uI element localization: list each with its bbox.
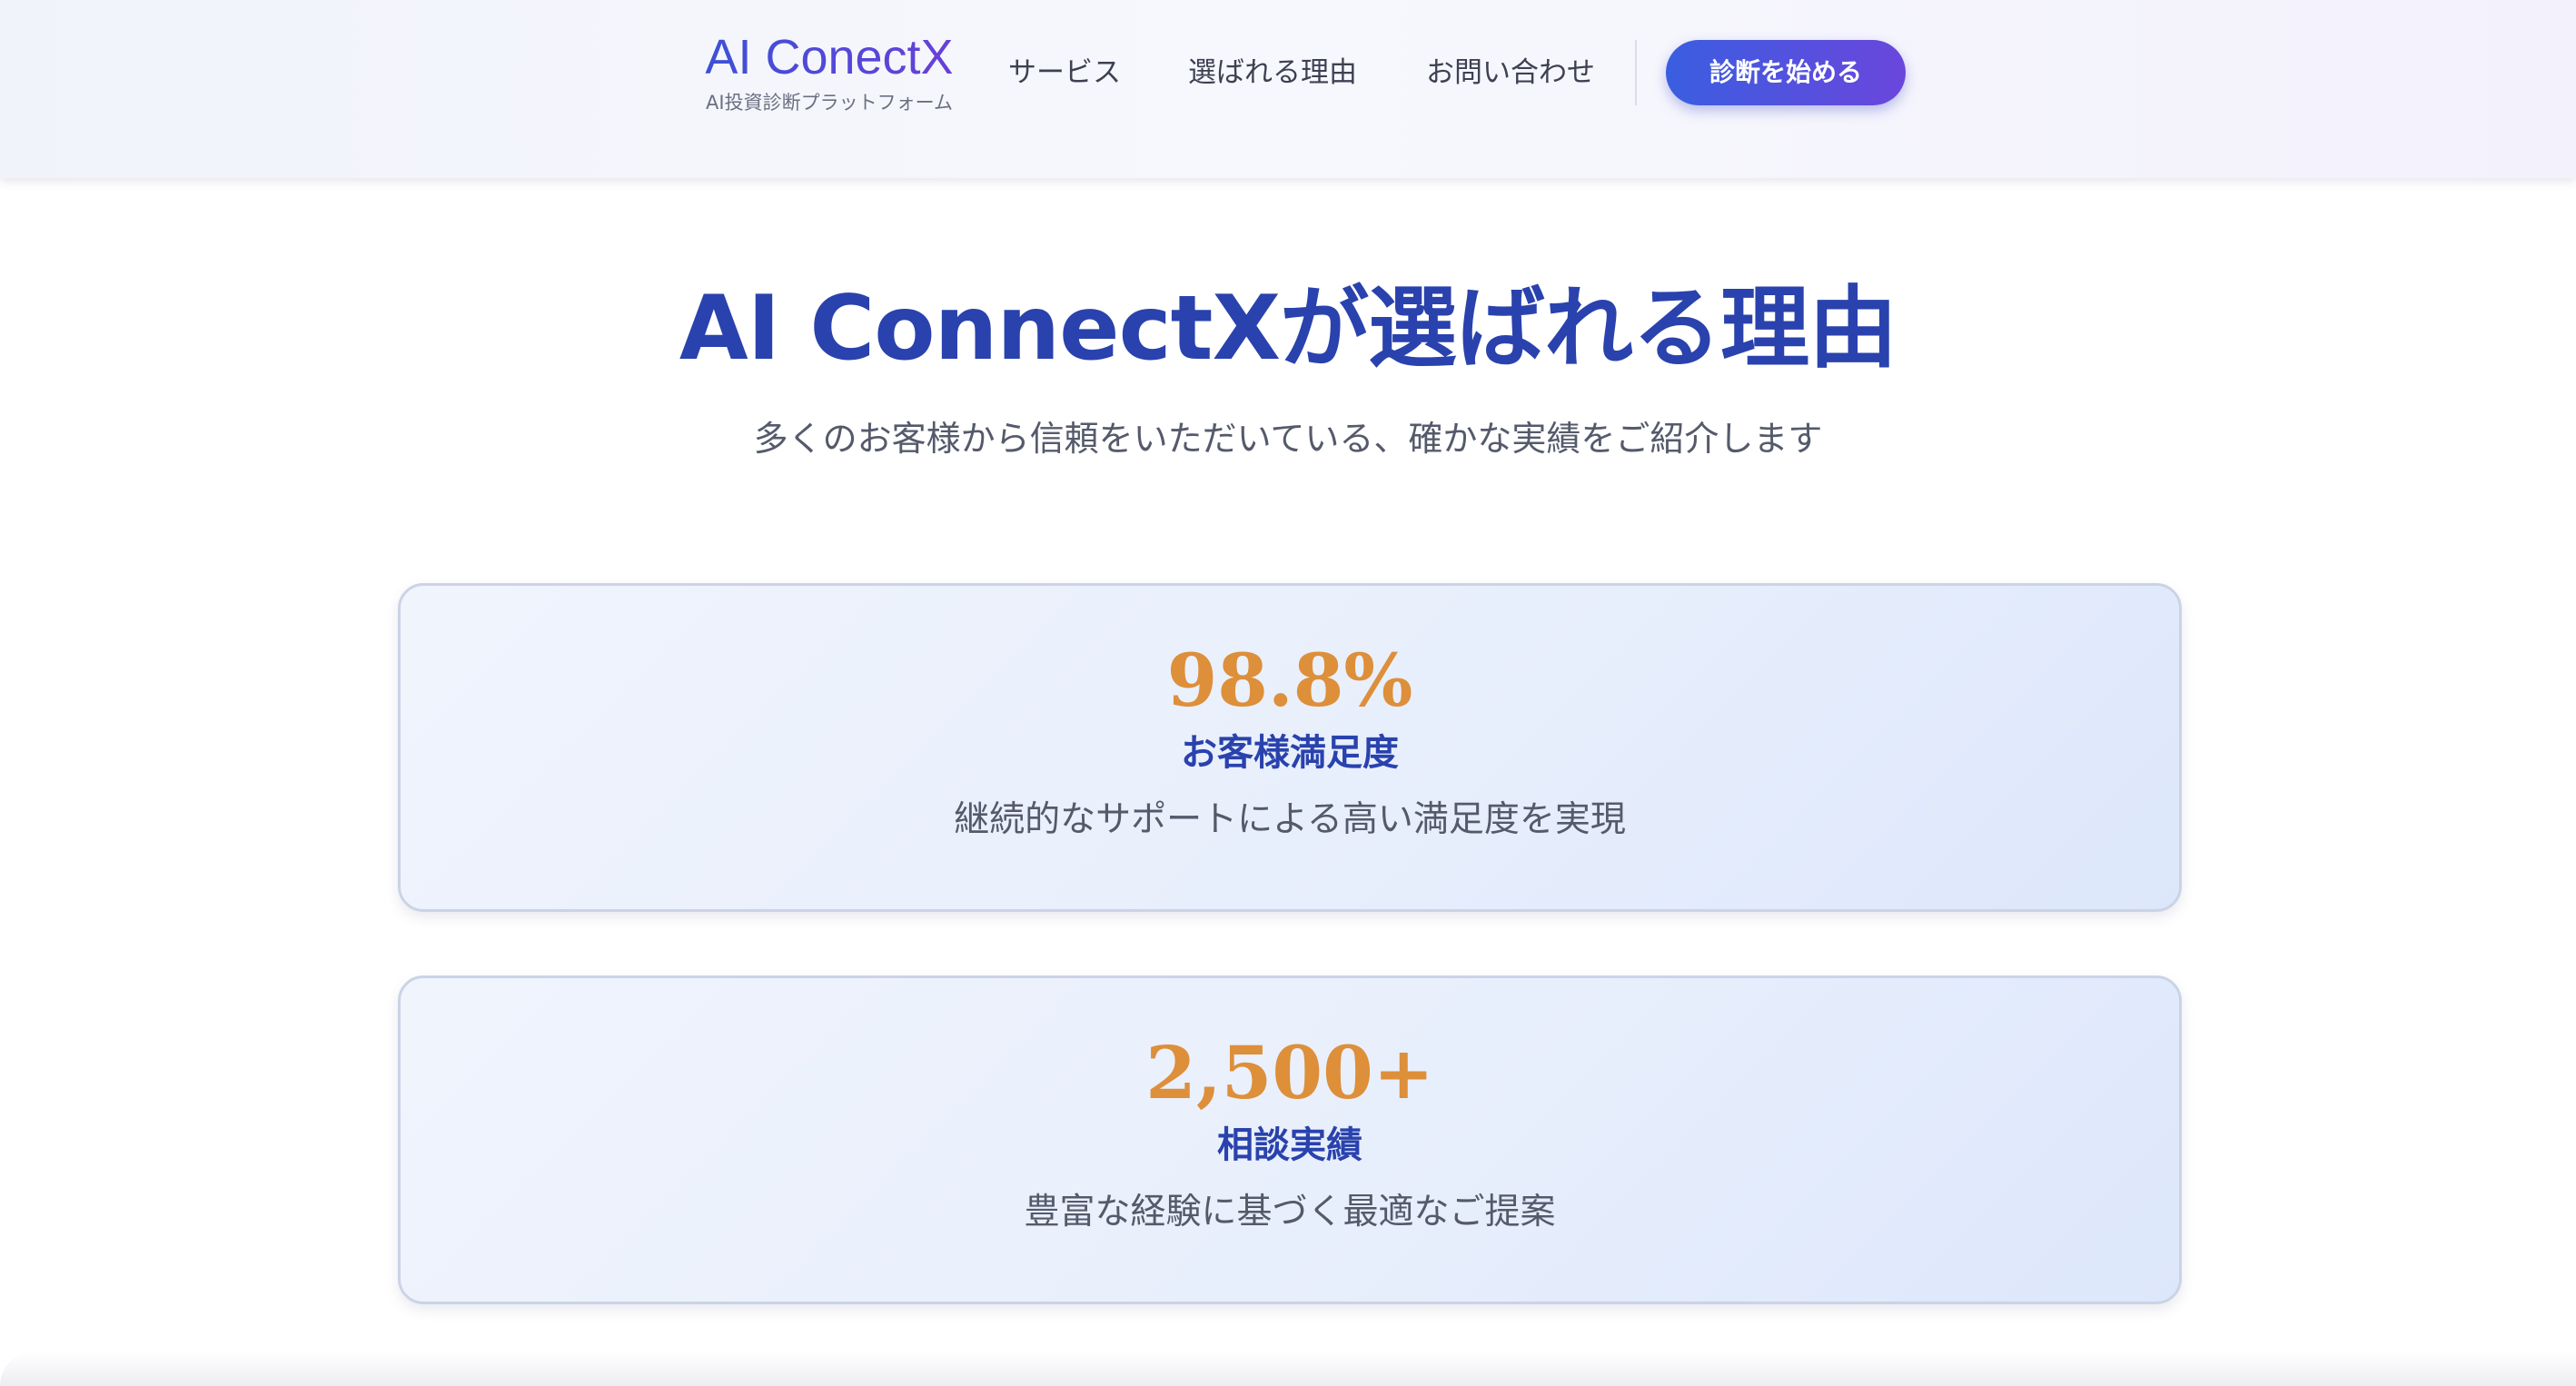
stat-value: 2,500+ bbox=[1145, 1030, 1434, 1115]
site-header: AI ConectX AI投資診断プラットフォーム サービス 選ばれる理由 お問… bbox=[0, 0, 2576, 178]
stat-description: 継続的なサポートによる高い満足度を実現 bbox=[954, 799, 1626, 840]
nav-divider bbox=[1635, 40, 1637, 105]
nav-item-services[interactable]: サービス bbox=[1008, 53, 1121, 93]
stat-label: お客様満足度 bbox=[1181, 732, 1399, 774]
nav-item-contact[interactable]: お問い合わせ bbox=[1426, 53, 1595, 93]
section-title: AI ConnectXが選ばれる理由 bbox=[679, 277, 1897, 381]
nav-item-reasons[interactable]: 選ばれる理由 bbox=[1188, 53, 1357, 93]
stat-label: 相談実績 bbox=[1217, 1124, 1362, 1166]
stat-card-satisfaction: 98.8% お客様満足度 継続的なサポートによる高い満足度を実現 bbox=[398, 583, 2182, 912]
next-section-edge bbox=[0, 1351, 2576, 1386]
logo-title[interactable]: AI ConectX bbox=[690, 27, 968, 87]
logo[interactable]: AI ConectX AI投資診断プラットフォーム bbox=[690, 27, 968, 116]
section-subtitle: 多くのお客様から信頼をいただいている、確かな実績をご紹介します bbox=[753, 419, 1823, 459]
stat-description: 豊富な経験に基づく最適なご提案 bbox=[1024, 1192, 1556, 1233]
stat-value: 98.8% bbox=[1166, 638, 1413, 723]
start-diagnosis-button[interactable]: 診断を始める bbox=[1666, 40, 1906, 105]
logo-subtitle: AI投資診断プラットフォーム bbox=[706, 92, 953, 114]
stat-card-consultations: 2,500+ 相談実績 豊富な経験に基づく最適なご提案 bbox=[398, 975, 2182, 1304]
